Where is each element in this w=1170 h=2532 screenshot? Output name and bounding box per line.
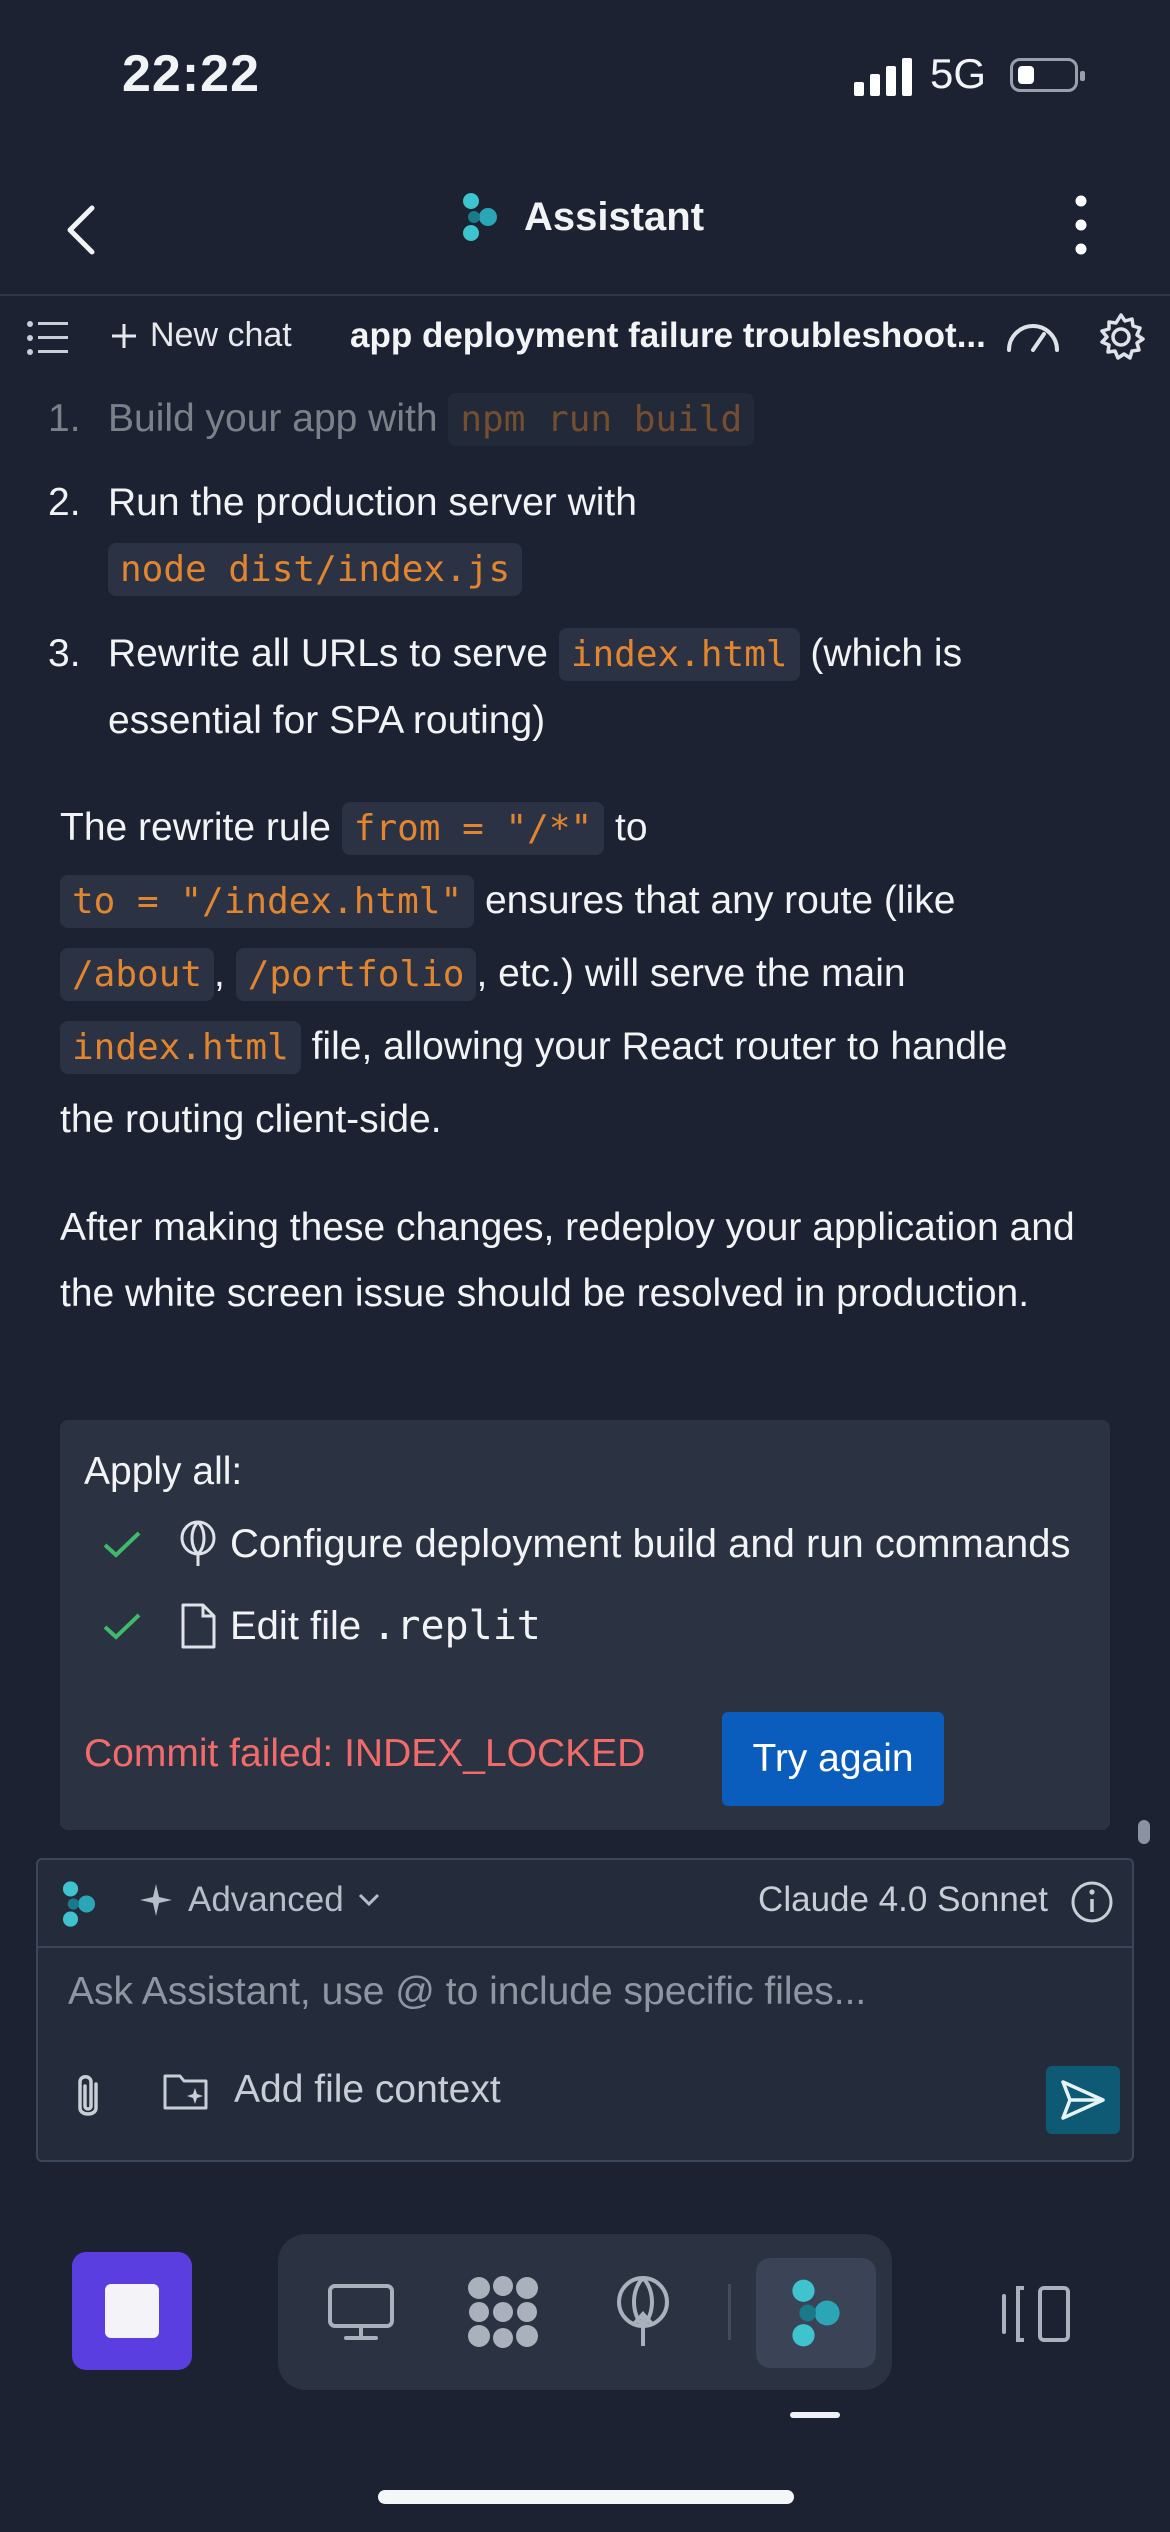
bottom-dock xyxy=(278,2234,892,2390)
new-chat-label: New chat xyxy=(150,316,292,354)
deploy-icon xyxy=(180,1520,216,1566)
chevron-down-icon xyxy=(358,1893,379,1907)
file-name: .replit xyxy=(372,1603,541,1649)
inline-code: from = "/*" xyxy=(341,802,605,855)
list-number: 1. xyxy=(48,397,81,440)
settings-gear-icon[interactable] xyxy=(1096,312,1146,362)
active-tab-indicator xyxy=(790,2412,840,2418)
plus-icon xyxy=(112,323,136,348)
step-text: Build your app with xyxy=(108,397,449,440)
text: the routing client-side. xyxy=(60,1098,442,1141)
inline-code: npm run build xyxy=(448,393,755,446)
deployments-tab[interactable] xyxy=(598,2270,688,2354)
text: , etc.) will serve the main xyxy=(476,952,906,995)
list-number: 2. xyxy=(48,481,81,524)
page-title: Assistant xyxy=(524,194,705,239)
text: file, allowing your React router to hand… xyxy=(300,1025,1008,1068)
tools-tab[interactable] xyxy=(458,2270,548,2354)
header-divider xyxy=(0,294,1170,296)
check-icon xyxy=(103,1613,141,1640)
apply-item-label: Configure deployment build and run comma… xyxy=(230,1521,1071,1566)
assistant-logo-icon xyxy=(463,193,497,241)
composer-header: Advanced Claude 4.0 Sonnet xyxy=(38,1860,1132,1948)
folder-sparkle-icon xyxy=(163,2074,208,2110)
chat-title[interactable]: app deployment failure troubleshoot... xyxy=(350,316,986,356)
inline-code: /about xyxy=(60,948,215,1001)
file-icon xyxy=(181,1603,216,1649)
commit-error-message: Commit failed: INDEX_LOCKED xyxy=(84,1732,646,1775)
attachment-icon[interactable] xyxy=(66,2070,110,2126)
inline-code: to = "/index.html" xyxy=(60,875,475,928)
list-number: 3. xyxy=(48,632,81,675)
mode-label: Advanced xyxy=(188,1880,344,1919)
dock-divider xyxy=(728,2284,731,2340)
sparkle-icon xyxy=(140,1884,172,1916)
chat-composer: Advanced Claude 4.0 Sonnet Add file cont… xyxy=(36,1858,1134,2162)
apply-item-label: Edit file .replit xyxy=(230,1603,541,1649)
apply-item[interactable]: Configure deployment build and run comma… xyxy=(94,1520,1071,1568)
send-icon xyxy=(1061,2080,1105,2120)
info-icon[interactable] xyxy=(1070,1880,1114,1924)
inline-code: node dist/index.js xyxy=(108,543,523,596)
text: to xyxy=(604,806,648,849)
add-file-context-button[interactable]: Add file context xyxy=(162,2068,501,2112)
grid-blob-icon xyxy=(468,2276,538,2348)
text: The rewrite rule xyxy=(60,806,342,849)
preview-tab[interactable] xyxy=(316,2270,406,2354)
model-name[interactable]: Claude 4.0 Sonnet xyxy=(758,1880,1048,1920)
step-text: Run the production server with xyxy=(108,481,637,524)
chat-toolbar: New chat app deployment failure troubles… xyxy=(0,300,1170,380)
battery-icon xyxy=(1010,58,1085,92)
assistant-logo-icon xyxy=(62,1881,96,1927)
network-label: 5G xyxy=(930,50,987,97)
stop-icon xyxy=(105,2284,159,2338)
new-chat-button[interactable]: New chat xyxy=(110,316,292,355)
speed-gauge-icon[interactable] xyxy=(1004,316,1062,356)
inline-code: index.html xyxy=(60,1021,301,1074)
step-text: essential for SPA routing) xyxy=(108,699,546,742)
app-header: Assistant xyxy=(0,170,1170,290)
assistant-logo-icon xyxy=(792,2279,840,2347)
inline-code: index.html xyxy=(558,628,800,681)
stop-button[interactable] xyxy=(72,2252,192,2370)
panel-toggle-icon[interactable] xyxy=(1000,2282,1072,2346)
header-title-group: Assistant xyxy=(462,192,704,242)
apply-all-card: Apply all: Configure deployment build an… xyxy=(60,1420,1110,1830)
send-button[interactable] xyxy=(1046,2066,1120,2134)
deploy-icon xyxy=(617,2276,669,2346)
apply-item[interactable]: Edit file .replit xyxy=(94,1602,541,1650)
after-paragraph: After making these changes, redeploy you… xyxy=(60,1206,1075,1315)
mode-selector[interactable]: Advanced xyxy=(138,1880,380,1920)
assistant-tab[interactable] xyxy=(756,2258,876,2368)
add-file-context-label: Add file context xyxy=(234,2068,501,2111)
status-bar: 22:22 5G xyxy=(0,0,1170,150)
status-time: 22:22 xyxy=(122,45,260,103)
step-text: Rewrite all URLs to serve xyxy=(108,632,559,675)
text: , xyxy=(214,952,236,995)
signal-icon xyxy=(854,58,912,96)
inline-code: /portfolio xyxy=(235,948,477,1001)
chat-list-icon[interactable] xyxy=(26,318,70,358)
label-text: Edit file xyxy=(230,1604,373,1648)
text: ensures that any route (like xyxy=(474,879,956,922)
try-again-button[interactable]: Try again xyxy=(722,1712,944,1806)
message-input[interactable] xyxy=(68,1970,1068,2014)
check-icon xyxy=(103,1531,141,1558)
step-text: (which is xyxy=(799,632,963,675)
home-indicator xyxy=(378,2490,794,2504)
scrollbar-thumb[interactable] xyxy=(1138,1820,1150,1844)
rewrite-paragraph: The rewrite rule from = "/*" to to = "/in… xyxy=(60,792,1120,1156)
back-chevron-icon[interactable] xyxy=(62,194,102,266)
monitor-icon xyxy=(328,2284,394,2340)
more-options-icon[interactable] xyxy=(1066,190,1096,260)
